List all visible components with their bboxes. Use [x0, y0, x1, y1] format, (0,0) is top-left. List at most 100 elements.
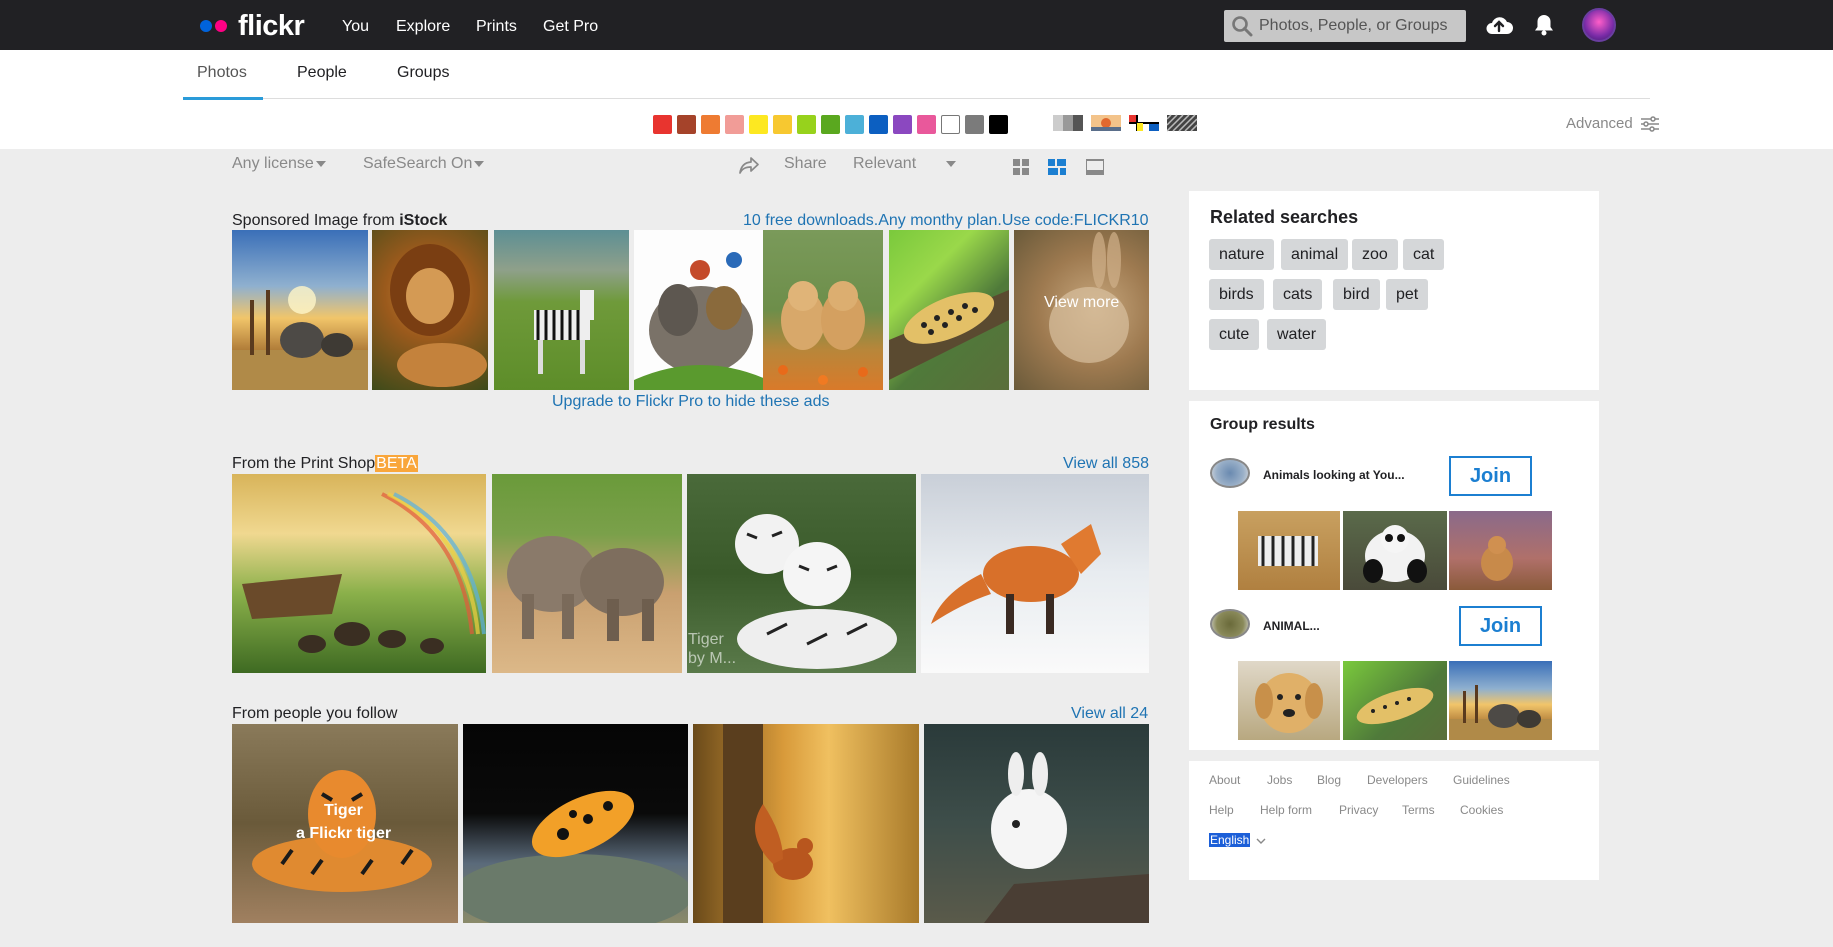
footer-cookies[interactable]: Cookies	[1460, 803, 1503, 817]
color-swatch-5[interactable]	[773, 115, 792, 134]
minimalist-filter-icon[interactable]	[1129, 113, 1161, 133]
print-image-noahs-ark[interactable]	[232, 474, 486, 673]
tab-groups[interactable]: Groups	[397, 64, 449, 82]
share-button[interactable]: Share	[784, 155, 827, 173]
follow-image-frog[interactable]	[463, 724, 688, 923]
shallow-depth-filter-icon[interactable]	[1091, 113, 1123, 133]
following-view-all[interactable]: View all 24	[1071, 705, 1148, 723]
color-swatch-10[interactable]	[893, 115, 912, 134]
related-title: Related searches	[1210, 207, 1359, 227]
sponsored-view-more-tile[interactable]: View more	[1014, 230, 1149, 390]
group-name-animal[interactable]: ANIMAL...	[1263, 619, 1320, 633]
notifications-bell-icon[interactable]	[1533, 13, 1555, 37]
nav-prints[interactable]: Prints	[476, 18, 517, 36]
color-swatch-7[interactable]	[821, 115, 840, 134]
footer-blog[interactable]: Blog	[1317, 773, 1341, 787]
nav-you[interactable]: You	[342, 18, 369, 36]
sponsored-image-safari-animals[interactable]	[232, 230, 368, 390]
license-label: Any license	[232, 155, 314, 172]
related-chip-birds[interactable]: birds	[1209, 279, 1264, 310]
group-photo-panda[interactable]	[1343, 511, 1447, 590]
sort-chevron-icon[interactable]	[946, 161, 956, 167]
user-avatar[interactable]	[1582, 8, 1616, 42]
print-image-red-fox[interactable]	[921, 474, 1149, 673]
search-box[interactable]	[1224, 10, 1466, 42]
patterns-filter-icon[interactable]	[1167, 113, 1199, 133]
related-chip-animal[interactable]: animal	[1281, 239, 1349, 270]
color-swatch-8[interactable]	[845, 115, 864, 134]
print-shop-view-all[interactable]: View all 858	[1063, 455, 1149, 473]
color-swatch-11[interactable]	[917, 115, 936, 134]
follow-image-squirrel[interactable]	[693, 724, 919, 923]
related-chip-zoo[interactable]: zoo	[1352, 239, 1398, 270]
sponsored-image-zebra[interactable]	[494, 230, 629, 390]
related-chip-cat[interactable]: cat	[1403, 239, 1445, 270]
detail-view-icon[interactable]	[1086, 159, 1104, 175]
sponsored-image-animal-collage[interactable]	[634, 230, 768, 390]
group-name-animals-looking[interactable]: Animals looking at You...	[1263, 468, 1405, 482]
color-swatch-9[interactable]	[869, 115, 888, 134]
tab-photos[interactable]: Photos	[197, 64, 247, 82]
footer-privacy[interactable]: Privacy	[1339, 803, 1378, 817]
related-chip-water[interactable]: water	[1267, 319, 1327, 350]
footer-about[interactable]: About	[1209, 773, 1240, 787]
search-input[interactable]	[1259, 17, 1459, 35]
related-chip-nature[interactable]: nature	[1209, 239, 1275, 270]
advanced-search-button[interactable]: Advanced	[1566, 115, 1660, 132]
related-chip-pet[interactable]: pet	[1386, 279, 1429, 310]
color-swatch-3[interactable]	[725, 115, 744, 134]
color-swatch-0[interactable]	[653, 115, 672, 134]
footer-developers[interactable]: Developers	[1367, 773, 1428, 787]
color-swatch-13[interactable]	[965, 115, 984, 134]
group-photo-lioness[interactable]	[1449, 511, 1552, 590]
search-icon	[1232, 16, 1253, 37]
color-swatch-4[interactable]	[749, 115, 768, 134]
related-chip-cute[interactable]: cute	[1209, 319, 1260, 350]
follow-image-bunny[interactable]	[924, 724, 1149, 923]
license-dropdown[interactable]: Any license	[232, 155, 326, 173]
footer-help-form[interactable]: Help form	[1260, 803, 1312, 817]
sponsored-image-leopard[interactable]	[889, 230, 1009, 390]
tabs-divider	[183, 98, 1650, 99]
color-swatch-12[interactable]	[941, 115, 960, 134]
sponsored-image-lion[interactable]	[372, 230, 488, 390]
color-swatch-6[interactable]	[797, 115, 816, 134]
color-swatch-14[interactable]	[989, 115, 1008, 134]
group-photo-zebras[interactable]	[1238, 511, 1340, 590]
print-image-elephants[interactable]	[492, 474, 682, 673]
sponsored-title: Sponsored Image from iStock	[232, 212, 447, 230]
nav-explore[interactable]: Explore	[396, 18, 450, 36]
safesearch-dropdown[interactable]: SafeSearch On	[363, 155, 485, 173]
footer-guidelines[interactable]: Guidelines	[1453, 773, 1510, 787]
group-photo-safari[interactable]	[1449, 661, 1552, 740]
group-photo-leopard[interactable]	[1343, 661, 1447, 740]
tab-people[interactable]: People	[297, 64, 347, 82]
footer-terms[interactable]: Terms	[1402, 803, 1435, 817]
related-chip-bird[interactable]: bird	[1333, 279, 1380, 310]
join-group-button[interactable]: Join	[1459, 606, 1542, 646]
sponsored-image-puppies[interactable]	[763, 230, 883, 390]
group-photo-labrador[interactable]	[1238, 661, 1340, 740]
nav-get-pro[interactable]: Get Pro	[543, 18, 598, 36]
flickr-logo[interactable]: flickr	[200, 12, 305, 41]
logo-blue-dot	[200, 20, 212, 32]
group-avatar-animal[interactable]	[1210, 609, 1250, 639]
footer-jobs[interactable]: Jobs	[1267, 773, 1292, 787]
join-group-button[interactable]: Join	[1449, 456, 1532, 496]
share-arrow-icon[interactable]	[738, 155, 760, 175]
black-and-white-filter-icon[interactable]	[1053, 113, 1085, 133]
print-image-white-tigers[interactable]: Tiger by M...	[687, 474, 916, 673]
color-swatch-2[interactable]	[701, 115, 720, 134]
group-avatar-animals-looking[interactable]	[1210, 458, 1250, 488]
follow-image-tiger[interactable]: Tiger a Flickr tiger	[232, 724, 458, 923]
footer-help[interactable]: Help	[1209, 803, 1234, 817]
justified-view-icon[interactable]	[1048, 159, 1066, 175]
grid-view-icon[interactable]	[1013, 159, 1029, 175]
istock-promo-link[interactable]: 10 free downloads.Any monthy plan.Use co…	[743, 212, 1149, 230]
sort-dropdown[interactable]: Relevant	[853, 155, 916, 173]
upgrade-pro-link[interactable]: Upgrade to Flickr Pro to hide these ads	[552, 393, 829, 411]
color-swatch-1[interactable]	[677, 115, 696, 134]
related-chip-cats[interactable]: cats	[1273, 279, 1323, 310]
language-selector[interactable]: English	[1209, 833, 1266, 847]
upload-cloud-icon[interactable]	[1484, 14, 1514, 36]
